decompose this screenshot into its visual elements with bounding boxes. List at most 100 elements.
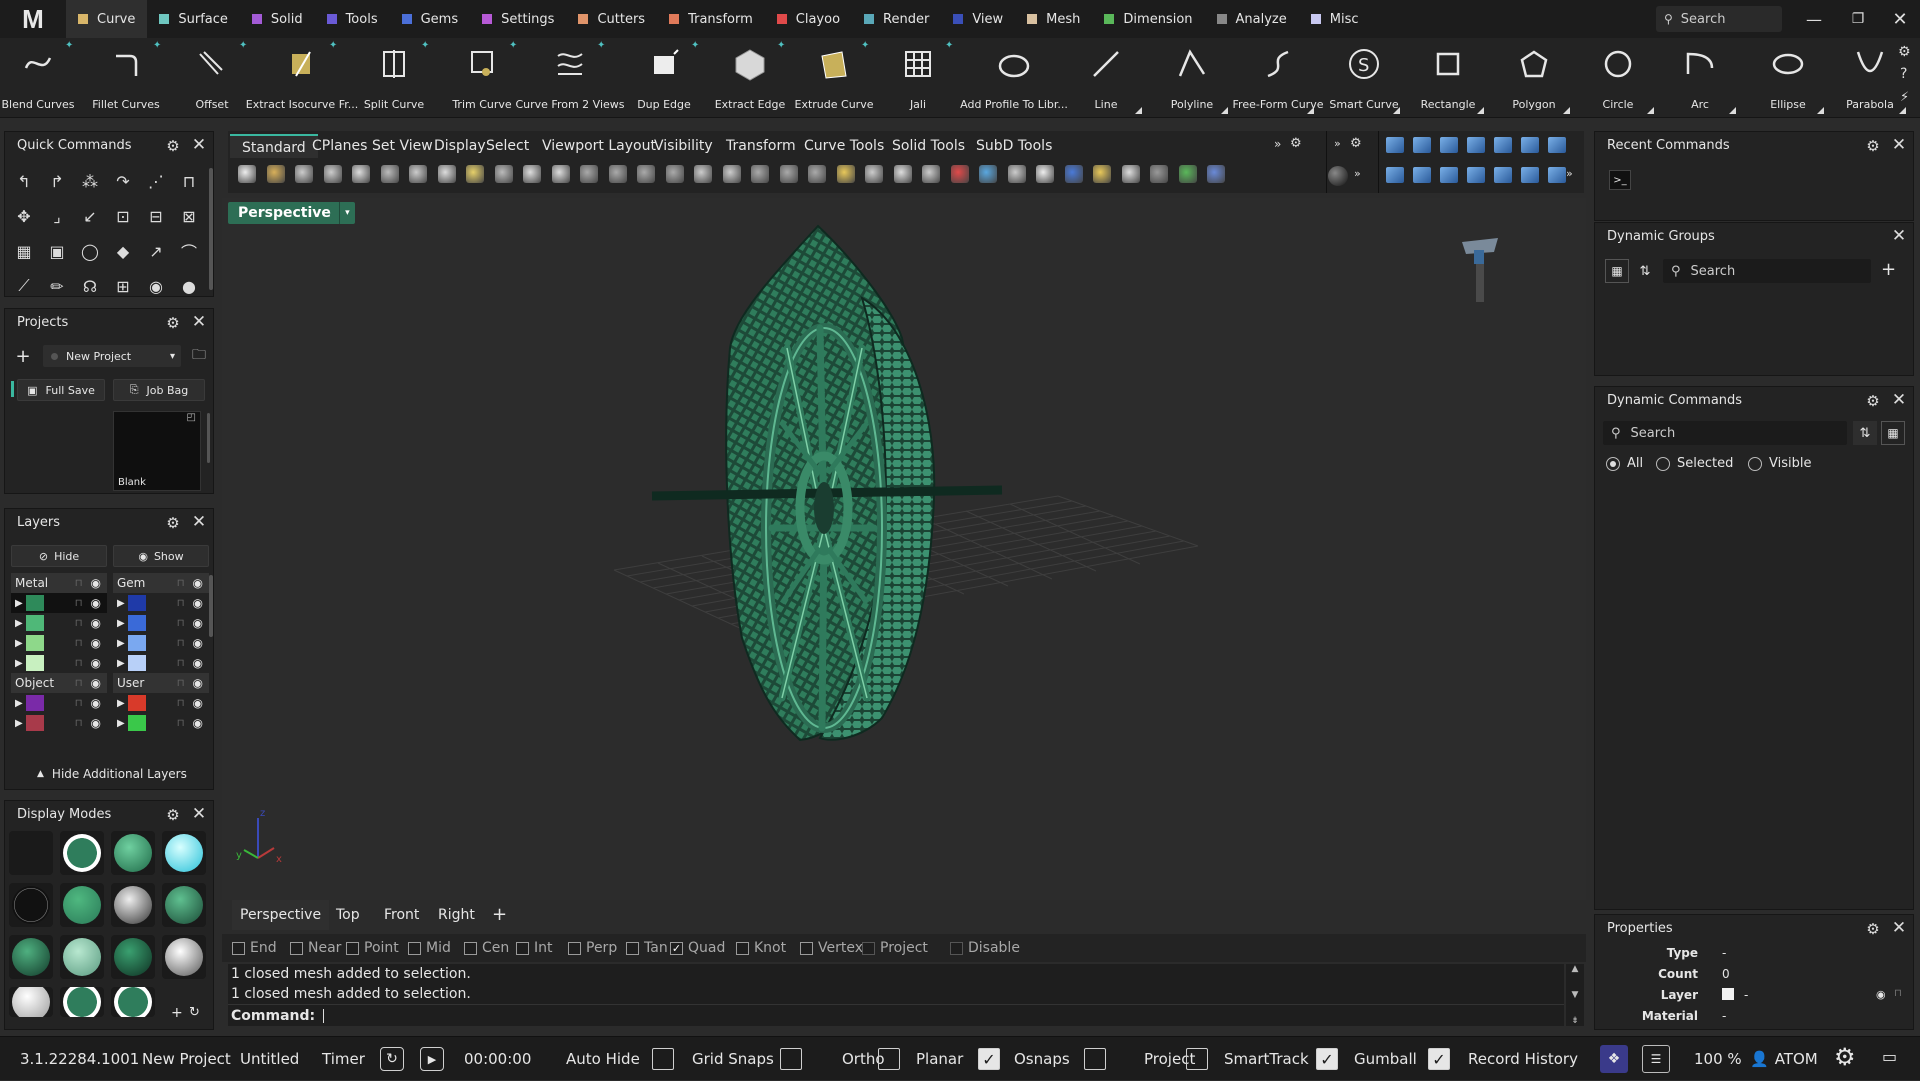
toolbar-tab-visibility[interactable]: Visibility <box>642 134 725 158</box>
checkbox[interactable] <box>626 941 639 955</box>
commands-search-input[interactable]: ⚲ Search <box>1603 421 1847 445</box>
osnap-end[interactable]: End <box>232 940 277 956</box>
eye-icon[interactable]: ◉ <box>193 576 203 590</box>
layer-row[interactable]: ▶ ⊓ ◉ <box>113 593 209 613</box>
ribbon-tool-curve-from-2-views[interactable]: Curve From 2 Views ✦ <box>515 38 624 118</box>
close-icon[interactable]: ✕ <box>191 137 207 154</box>
gear-icon[interactable]: ⚙ <box>1290 136 1302 151</box>
layer-row[interactable]: ▶ ⊓ ◉ <box>11 693 107 713</box>
hide-layers-button[interactable]: ⊘ Hide <box>11 545 107 567</box>
close-window-button[interactable]: ✕ <box>1878 0 1920 38</box>
project-name-label[interactable]: New Project <box>142 1037 231 1081</box>
viewport-tool-icon[interactable] <box>295 165 313 183</box>
quick-command-icon[interactable]: ⊡ <box>110 203 136 229</box>
viewport-tool-icon[interactable] <box>323 165 342 183</box>
expand-arrow-icon[interactable]: ▶ <box>15 718 23 729</box>
quick-command-icon[interactable]: ◯ <box>77 238 103 264</box>
checkbox[interactable] <box>800 941 813 955</box>
groups-search-input[interactable]: ⚲ Search <box>1663 259 1871 283</box>
menu-tab-surface[interactable]: Surface <box>147 0 240 38</box>
toggle-grid-snaps-label[interactable]: Grid Snaps <box>692 1037 774 1081</box>
checkbox[interactable]: ✓ <box>670 941 683 955</box>
quick-command-icon[interactable]: ⋰ <box>143 168 169 194</box>
expand-arrow-icon[interactable]: ▶ <box>117 638 125 649</box>
menu-tab-analyze[interactable]: Analyze <box>1205 0 1299 38</box>
gear-icon[interactable]: ⚙ <box>165 138 181 154</box>
transform-tool-icon[interactable] <box>1386 137 1404 153</box>
lock-icon[interactable]: ⊓ <box>75 578 83 589</box>
scrollbar[interactable] <box>207 413 210 463</box>
radio-button[interactable] <box>1656 456 1670 471</box>
radio-button[interactable] <box>1748 456 1762 471</box>
ribbon-tool-ellipse[interactable]: Ellipse <box>1748 38 1828 118</box>
viewport-tool-icon[interactable] <box>580 165 598 183</box>
layer-color-swatch[interactable] <box>127 715 146 731</box>
layer-row[interactable]: ▶ ⊓ ◉ <box>11 633 107 653</box>
toggle-grid-snaps-checkbox[interactable] <box>780 1048 802 1070</box>
close-icon[interactable]: ✕ <box>1891 228 1907 245</box>
menu-tab-solid[interactable]: Solid <box>240 0 315 38</box>
ribbon-tool-line[interactable]: Line <box>1066 38 1146 118</box>
ribbon-tool-fillet-curves[interactable]: Fillet Curves ✦ <box>86 38 166 118</box>
checkbox[interactable] <box>950 941 963 955</box>
menu-tab-mesh[interactable]: Mesh <box>1015 0 1092 38</box>
osnap-mid[interactable]: Mid <box>408 940 451 956</box>
osnap-int[interactable]: Int <box>516 940 553 956</box>
toggle-record-history-label[interactable]: Record History <box>1468 1037 1578 1081</box>
gear-icon[interactable]: ⚙ <box>165 315 181 331</box>
viewport-tab-perspective[interactable]: Perspective <box>232 900 330 930</box>
osnap-perp[interactable]: Perp <box>568 940 617 956</box>
quick-command-icon[interactable]: ↗ <box>143 238 169 264</box>
quick-command-icon[interactable]: ☊ <box>77 273 103 299</box>
quick-command-icon[interactable]: ↷ <box>110 168 136 194</box>
layer-color-swatch[interactable] <box>25 615 44 631</box>
expand-arrow-icon[interactable]: ▶ <box>15 658 23 669</box>
viewport-tool-icon[interactable] <box>1007 165 1026 183</box>
show-layers-button[interactable]: ◉ Show <box>113 545 209 567</box>
quick-command-icon[interactable]: ◉ <box>143 273 169 299</box>
viewport-tool-icon[interactable] <box>608 165 627 183</box>
eye-icon[interactable]: ◉ <box>193 696 203 710</box>
osnap-tan[interactable]: Tan <box>626 940 668 956</box>
lock-icon[interactable]: ⊓ <box>177 678 185 689</box>
expand-arrow-icon[interactable]: ▶ <box>117 718 125 729</box>
minimize-button[interactable]: — <box>1792 0 1836 38</box>
expand-arrow-icon[interactable]: ▶ <box>117 658 125 669</box>
user-account[interactable]: 👤 ATOM <box>1750 1047 1818 1071</box>
transform-tool-icon[interactable] <box>1440 167 1458 183</box>
ribbon-tool-split-curve[interactable]: Split Curve ✦ <box>354 38 434 118</box>
layer-color-swatch[interactable] <box>127 615 146 631</box>
eye-icon[interactable]: ◉ <box>1876 988 1886 1001</box>
file-name-label[interactable]: Untitled <box>240 1037 299 1081</box>
quick-command-icon[interactable]: ⌒ <box>176 238 202 264</box>
ribbon-tool-offset[interactable]: Offset ✦ <box>172 38 252 118</box>
toggle-gumball-label[interactable]: Gumball <box>1354 1037 1417 1081</box>
quick-command-icon[interactable]: ▦ <box>11 238 37 264</box>
osnap-knot[interactable]: Knot <box>736 940 786 956</box>
transform-tool-icon[interactable] <box>1467 167 1485 183</box>
viewport-tool-icon[interactable] <box>893 165 912 183</box>
expand-arrow-icon[interactable]: ▶ <box>15 598 23 609</box>
eye-icon[interactable]: ◉ <box>91 656 101 670</box>
menu-tab-clayoo[interactable]: Clayoo <box>765 0 852 38</box>
eye-icon[interactable]: ◉ <box>193 636 203 650</box>
gear-icon[interactable]: ⚙ <box>1865 393 1881 409</box>
ribbon-tool-free-form-curve[interactable]: Free-Form Curve <box>1233 38 1324 118</box>
eye-icon[interactable]: ◉ <box>91 716 101 730</box>
transform-tool-icon[interactable] <box>1413 167 1431 183</box>
layer-color-swatch[interactable] <box>25 635 44 651</box>
close-icon[interactable]: ✕ <box>191 514 207 531</box>
toggle-auto-hide-label[interactable]: Auto Hide <box>566 1037 640 1081</box>
radio-button[interactable] <box>1606 456 1620 471</box>
menu-tab-dimension[interactable]: Dimension <box>1092 0 1204 38</box>
checkbox[interactable] <box>568 941 581 955</box>
transform-tool-icon[interactable] <box>1440 137 1458 153</box>
ribbon-tool-trim-curve[interactable]: Trim Curve ✦ <box>442 38 522 118</box>
menu-tab-curve[interactable]: Curve <box>66 0 148 38</box>
display-mode-tile[interactable] <box>162 883 206 927</box>
ribbon-tool-extrude-curve[interactable]: Extrude Curve ✦ <box>794 38 874 118</box>
layer-row[interactable]: ▶ ⊓ ◉ <box>113 693 209 713</box>
viewport-tool-icon[interactable] <box>722 165 741 183</box>
viewport-tool-icon[interactable] <box>836 165 855 183</box>
eye-icon[interactable]: ◉ <box>91 636 101 650</box>
